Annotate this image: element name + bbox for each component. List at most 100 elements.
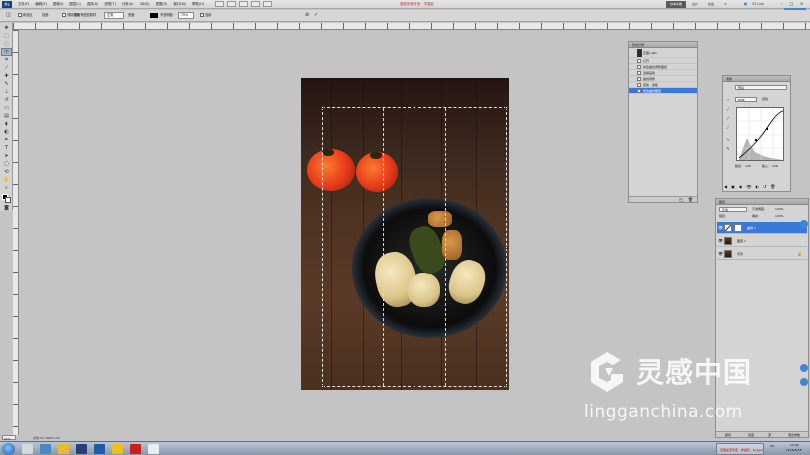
maximize-icon[interactable]: □ bbox=[788, 1, 795, 7]
bridge-icon[interactable] bbox=[215, 1, 224, 7]
clip-layer-icon[interactable]: ◉ bbox=[739, 183, 743, 190]
layer-row-curves[interactable]: 👁 曲线 1 bbox=[717, 222, 807, 234]
media-icon[interactable] bbox=[148, 444, 159, 454]
dodge-tool-icon[interactable]: ◐ bbox=[2, 129, 11, 135]
transform-handle[interactable] bbox=[505, 246, 508, 249]
shape-tool-icon[interactable]: ▢ bbox=[2, 161, 11, 167]
footer-brightness[interactable]: 亮度 bbox=[748, 432, 754, 438]
visibility-eye-icon[interactable]: 👁 bbox=[746, 183, 751, 190]
menu-image[interactable]: 图像(I) bbox=[50, 0, 66, 9]
style-select[interactable]: 正常 bbox=[104, 12, 124, 19]
clone-stamp-icon[interactable]: ⊥ bbox=[2, 89, 11, 95]
arrange-documents-icon[interactable] bbox=[251, 1, 260, 7]
eraser-tool-icon[interactable]: ▭ bbox=[2, 105, 11, 111]
pen-tool-icon[interactable]: ✒ bbox=[2, 137, 11, 143]
cs-live-label[interactable]: CS Live bbox=[752, 1, 764, 8]
curves-graph[interactable] bbox=[736, 107, 784, 161]
tool-preset-icon[interactable]: ◫ bbox=[6, 12, 11, 19]
browser-icon[interactable] bbox=[94, 444, 105, 454]
menu-help[interactable]: 帮助(H) bbox=[189, 0, 207, 9]
trash-icon[interactable]: 🗑 bbox=[688, 197, 693, 203]
start-button-icon[interactable] bbox=[2, 443, 15, 455]
blur-tool-icon[interactable]: ◖ bbox=[2, 121, 11, 127]
color-swatch[interactable] bbox=[150, 13, 158, 18]
reset-icon[interactable]: ↺ bbox=[763, 183, 766, 190]
adjustments-panel-title[interactable]: 调整 bbox=[723, 76, 790, 82]
marquee-selection[interactable] bbox=[321, 106, 508, 388]
close-icon[interactable]: × bbox=[798, 1, 805, 7]
pencil-curve-icon[interactable]: ✎ bbox=[725, 146, 731, 151]
type-tool-icon[interactable]: T bbox=[2, 145, 11, 151]
photoshop-icon[interactable] bbox=[76, 444, 87, 454]
transform-handle[interactable] bbox=[505, 385, 508, 388]
quick-select-tool-icon[interactable]: ⦿ bbox=[1, 48, 12, 56]
minimize-icon[interactable]: – bbox=[778, 1, 785, 7]
gradient-tool-icon[interactable]: ▤ bbox=[2, 113, 11, 119]
path-select-icon[interactable]: ➤ bbox=[2, 153, 11, 159]
footer-source[interactable]: 源 bbox=[768, 432, 771, 438]
footer-blend[interactable]: 混合参数 bbox=[788, 432, 800, 438]
marquee-tool-icon[interactable]: ⬚ bbox=[2, 33, 11, 39]
media-player-icon[interactable] bbox=[40, 444, 51, 454]
vertical-ruler[interactable] bbox=[13, 30, 19, 435]
layer-row-background[interactable]: 👁 背景 🔒 bbox=[717, 248, 807, 260]
quick-mask-icon[interactable]: ◙ bbox=[2, 205, 11, 211]
essentials-workspace-button[interactable]: 基本功能 bbox=[666, 1, 686, 8]
auto-button[interactable]: 自动 bbox=[762, 97, 768, 102]
menu-layer[interactable]: 图层(L) bbox=[66, 0, 83, 9]
input-value[interactable]: 128 bbox=[772, 164, 778, 169]
notes-icon[interactable] bbox=[112, 444, 123, 454]
hand-tool-icon[interactable]: ✋ bbox=[2, 177, 11, 183]
footer-color[interactable]: 颜色 bbox=[725, 432, 731, 438]
eyedropper-tool-icon[interactable]: ⁄ bbox=[2, 65, 11, 71]
black-point-icon[interactable]: ⁄ bbox=[725, 107, 731, 112]
trash-icon[interactable]: 🗑 bbox=[770, 183, 775, 190]
background-color[interactable] bbox=[5, 197, 11, 203]
back-arrow-icon[interactable]: ◀ bbox=[724, 183, 727, 190]
3d-rotate-icon[interactable]: ⟲ bbox=[2, 169, 11, 175]
history-brush-icon[interactable]: ↺ bbox=[2, 97, 11, 103]
zoom-tool-icon[interactable]: ⌕ bbox=[2, 185, 11, 191]
view-previous-icon[interactable]: ◐ bbox=[755, 183, 759, 190]
fill-value[interactable]: 100% bbox=[775, 214, 784, 219]
cs-live-icon[interactable]: ● bbox=[742, 1, 749, 7]
on-image-adjust-icon[interactable]: ☝ bbox=[725, 97, 731, 102]
transform-handle[interactable] bbox=[413, 385, 416, 388]
antialias-checkbox[interactable] bbox=[62, 13, 66, 17]
pdf-reader-icon[interactable] bbox=[130, 444, 141, 454]
layers-panel-title[interactable]: 图层 bbox=[716, 199, 808, 205]
screen-mode-icon[interactable] bbox=[263, 1, 272, 7]
blend-mode-select[interactable]: 正常 bbox=[719, 207, 747, 212]
crop-tool-icon[interactable]: ⌗ bbox=[2, 57, 11, 63]
menu-filter[interactable]: 滤镜(T) bbox=[101, 0, 119, 9]
visibility-eye-icon[interactable]: 👁 bbox=[718, 251, 723, 257]
transform-handle[interactable] bbox=[321, 106, 324, 109]
menu-file[interactable]: 文件(F) bbox=[15, 0, 32, 9]
painting-workspace[interactable]: 绘画 bbox=[708, 0, 714, 9]
transform-handle[interactable] bbox=[321, 385, 324, 388]
selection-mode[interactable]: 新选区 bbox=[18, 12, 33, 19]
move-tool-icon[interactable]: ✥ bbox=[2, 25, 11, 31]
menu-window[interactable]: 窗口(W) bbox=[170, 0, 189, 9]
sample-all-label[interactable]: 对所有图层取样 bbox=[74, 12, 96, 19]
contiguous-toggle[interactable]: 连续 bbox=[200, 12, 211, 19]
curve-point-icon[interactable]: ∿ bbox=[725, 137, 731, 142]
channel-select[interactable]: RGB bbox=[735, 97, 757, 102]
expand-view-icon[interactable]: ▣ bbox=[731, 183, 735, 190]
gray-point-icon[interactable]: ⁄ bbox=[725, 116, 731, 121]
zoom-field[interactable]: 25% bbox=[2, 435, 16, 441]
workspace-menu-icon[interactable]: » bbox=[722, 1, 729, 7]
transform-handle[interactable] bbox=[413, 106, 416, 109]
chat-icon[interactable] bbox=[800, 364, 808, 372]
history-entry-selected[interactable]: 修改曲线图层 bbox=[629, 88, 697, 94]
active-window-tab[interactable]: 原图来源专家 · 学摄影 · lingganchina.com bbox=[716, 443, 764, 455]
language-indicator[interactable]: CH bbox=[770, 444, 774, 449]
layer-row-layer1[interactable]: 👁 图层 1 bbox=[717, 235, 807, 247]
share-icon[interactable] bbox=[800, 220, 808, 228]
menu-view[interactable]: 视图(V) bbox=[153, 0, 171, 9]
history-snapshot[interactable]: 花瓣1.JPG bbox=[629, 48, 697, 58]
menu-edit[interactable]: 编辑(E) bbox=[32, 0, 50, 9]
design-workspace[interactable]: 设计 bbox=[692, 0, 698, 9]
lasso-tool-icon[interactable]: ◌ bbox=[2, 41, 11, 47]
zoom-level-icon[interactable] bbox=[239, 1, 248, 7]
